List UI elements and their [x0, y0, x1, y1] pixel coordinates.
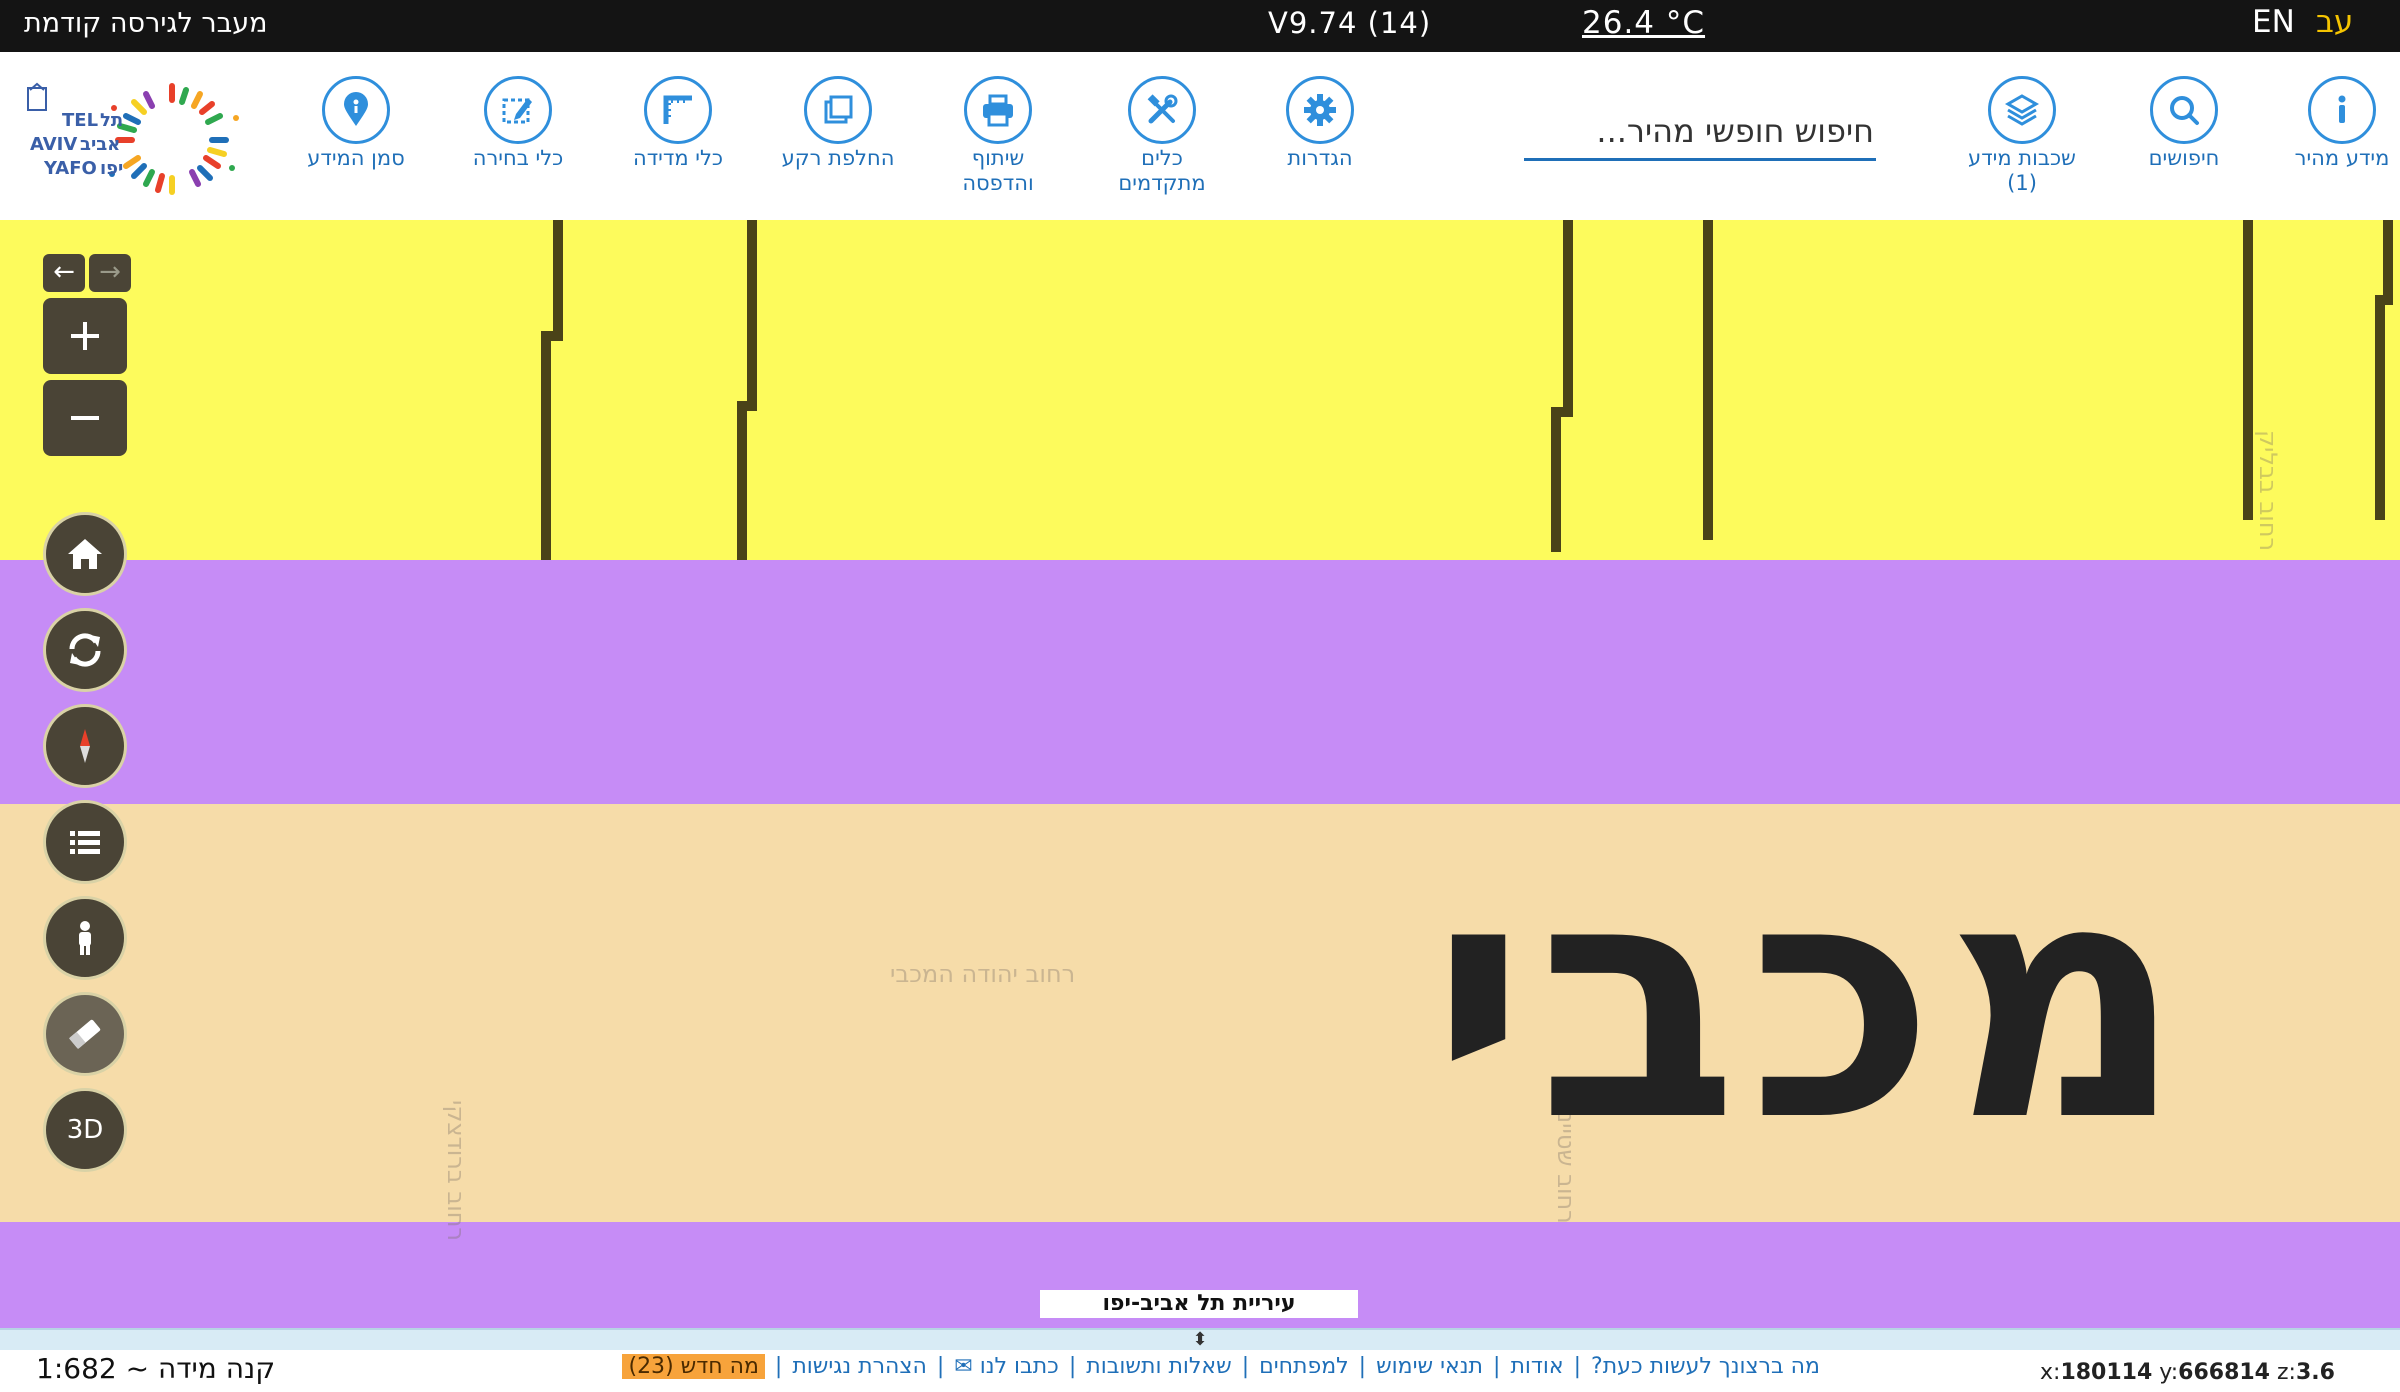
municipality-banner: עיריית תל אביב-יפו: [1040, 1290, 1358, 1318]
footer-link-about[interactable]: אודות: [1510, 1354, 1563, 1379]
tool-advanced-tools[interactable]: כלים מתקדמים: [1082, 76, 1242, 196]
main-toolbar: מידע מהיר חיפושים שכבות מידע (1) הגדרות …: [0, 52, 2400, 220]
map-big-label: מכבי: [1430, 809, 2195, 1193]
printer-icon: [964, 76, 1032, 144]
svg-text:TEL: TEL: [62, 110, 98, 131]
tool-measure[interactable]: כלי מדידה: [598, 76, 758, 171]
tool-selection[interactable]: כלי בחירה: [438, 76, 598, 171]
map-canvas[interactable]: רחוב יהודה המכבי רחוב ברודצקי רחוב שטיינ…: [0, 220, 2400, 1330]
layers-count: (1): [2007, 171, 2037, 195]
tool-label-line2: והדפסה: [962, 171, 1034, 195]
tool-label: כלי בחירה: [472, 146, 564, 170]
street-label: רחוב בבליק: [2254, 430, 2282, 552]
info-icon: [2308, 76, 2376, 144]
top-bar: מעבר לגירסה קודמת V9.74 (14) 26.4 °C EN …: [0, 0, 2400, 52]
eraser-button[interactable]: [43, 992, 127, 1076]
tool-settings[interactable]: הגדרות: [1240, 76, 1400, 171]
tool-share-print[interactable]: שיתוף והדפסה: [918, 76, 1078, 196]
selection-icon: [484, 76, 552, 144]
version-label: V9.74 (14): [1268, 6, 1432, 40]
coordinates-readout: x:180114 y:666814 z:3.6: [2040, 1360, 2335, 1385]
ruler-icon: [644, 76, 712, 144]
quick-search-box: [1520, 102, 1876, 161]
language-he-button[interactable]: עב: [2316, 4, 2353, 40]
tool-searches[interactable]: חיפושים: [2104, 76, 2264, 171]
building-outlines: [541, 220, 2393, 560]
tel-aviv-logo[interactable]: TEL תל AVIV אביב YAFO יפו: [22, 78, 252, 200]
refresh-button[interactable]: [43, 608, 127, 692]
tool-label-line2: מתקדמים: [1118, 171, 1206, 195]
coord-z: 3.6: [2295, 1360, 2335, 1385]
footer-toggle[interactable]: ⬍: [0, 1328, 2400, 1352]
search-icon: [2150, 76, 2218, 144]
tool-label: החלפת רקע: [781, 146, 895, 170]
bottom-bar: קנה מידה ~ 1:682 מה ברצונך לעשות כעת? | א…: [0, 1350, 2400, 1392]
layers-icon: [1988, 76, 2056, 144]
svg-text:אביב: אביב: [80, 134, 120, 155]
tool-label: מידע מהיר: [2294, 146, 2390, 170]
pegman-icon: [79, 921, 91, 955]
svg-text:AVIV: AVIV: [30, 134, 77, 155]
zoom-out-button[interactable]: [43, 380, 127, 456]
street-label: רחוב יהודה המכבי: [890, 960, 1076, 988]
tool-label: שיתוף: [971, 146, 1025, 170]
previous-version-link[interactable]: מעבר לגירסה קודמת: [24, 8, 268, 39]
street-label: רחוב ברודצקי: [442, 1100, 470, 1241]
temperature-link[interactable]: 26.4 °C: [1582, 5, 1705, 41]
footer-link-accessibility[interactable]: הצהרת נגישות: [792, 1354, 927, 1379]
footer-link-developers[interactable]: למפתחים: [1259, 1354, 1349, 1379]
eraser-icon: [69, 1019, 101, 1050]
svg-text:YAFO: YAFO: [43, 158, 97, 179]
compass-icon: [80, 729, 90, 763]
tools-icon: [1128, 76, 1196, 144]
home-button[interactable]: [43, 512, 127, 596]
tool-label: הגדרות: [1287, 146, 1353, 170]
list-icon: [70, 831, 100, 854]
refresh-icon: [69, 633, 101, 667]
tool-label: חיפושים: [2148, 146, 2220, 170]
tool-quick-info[interactable]: מידע מהיר: [2262, 76, 2400, 171]
svg-text:יפו: יפו: [100, 158, 123, 179]
pin-icon: [322, 76, 390, 144]
3d-label: 3D: [66, 1115, 104, 1145]
compass-button[interactable]: [43, 704, 127, 788]
tool-switch-background[interactable]: החלפת רקע: [758, 76, 918, 171]
3d-button[interactable]: 3D: [43, 1088, 127, 1172]
municipal-emblem-icon: [27, 82, 47, 111]
history-nav: ← →: [43, 254, 131, 292]
language-en-button[interactable]: EN: [2252, 4, 2295, 40]
coord-y: 666814: [2178, 1360, 2270, 1385]
tool-info-layers[interactable]: שכבות מידע (1): [1942, 76, 2102, 196]
scale-readout: קנה מידה ~ 1:682: [36, 1352, 276, 1385]
coord-x: 180114: [2060, 1360, 2153, 1385]
home-icon: [68, 539, 102, 569]
background-icon: [804, 76, 872, 144]
zoom-in-button[interactable]: [43, 298, 127, 374]
footer-link-faq[interactable]: שאלות ותשובות: [1086, 1354, 1231, 1379]
tool-info-marker[interactable]: סמן המידע: [276, 76, 436, 171]
plus-icon: [71, 322, 99, 350]
footer-link-terms[interactable]: תנאי שימוש: [1376, 1354, 1483, 1379]
arrow-back-button[interactable]: ←: [43, 254, 85, 292]
footer-links: מה ברצונך לעשות כעת? | אודות | תנאי שימוש |…: [580, 1354, 1820, 1379]
quick-search-input[interactable]: [1520, 102, 1876, 160]
footer-link-what-to-do[interactable]: מה ברצונך לעשות כעת?: [1591, 1354, 1820, 1379]
tool-label: סמן המידע: [307, 146, 405, 170]
tool-label: כלים: [1141, 146, 1183, 170]
street-view-button[interactable]: [43, 896, 127, 980]
legend-button[interactable]: [43, 800, 127, 884]
tool-label: שכבות מידע: [1968, 146, 2076, 170]
tool-label: כלי מדידה: [632, 146, 724, 170]
whats-new-link[interactable]: מה חדש (23): [622, 1354, 765, 1379]
collapse-arrows-icon: ⬍: [1192, 1329, 1208, 1350]
footer-link-contact[interactable]: כתבו לנו ✉: [954, 1354, 1059, 1379]
minus-icon: [71, 416, 99, 420]
gear-icon: [1286, 76, 1354, 144]
svg-text:תל: תל: [100, 110, 123, 131]
arrow-forward-button[interactable]: →: [89, 254, 131, 292]
